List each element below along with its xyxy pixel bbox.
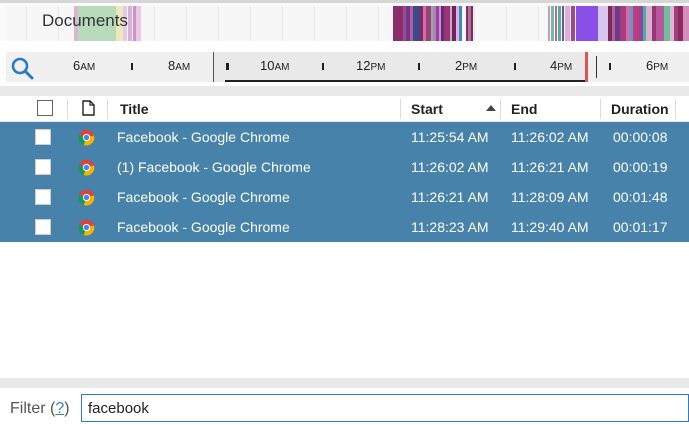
activity-segment[interactable]: [683, 6, 689, 41]
filter-bar: Filter (?): [0, 388, 689, 425]
row-end: 11:29:40 AM: [511, 219, 589, 235]
activity-segment[interactable]: [551, 6, 554, 41]
activity-segment[interactable]: [128, 6, 132, 41]
row-duration: 00:01:17: [613, 219, 668, 235]
table-row[interactable]: Facebook - Google Chrome 11:26:21 AM 11:28…: [0, 182, 689, 212]
row-duration: 00:01:48: [613, 189, 668, 205]
band-gridline: [378, 6, 379, 41]
column-header-end[interactable]: End: [511, 96, 537, 122]
table-row[interactable]: Facebook - Google Chrome 11:28:23 AM 11:29…: [0, 212, 689, 242]
column-separator[interactable]: [400, 99, 401, 119]
timeline-tick: [131, 63, 133, 70]
filter-help-link[interactable]: ?: [55, 400, 64, 417]
filter-input[interactable]: [81, 394, 689, 422]
column-separator[interactable]: [600, 99, 601, 119]
column-separator[interactable]: [107, 99, 108, 119]
band-gridline: [250, 6, 251, 41]
row-start: 11:25:54 AM: [411, 129, 489, 145]
section-gap: [0, 378, 689, 388]
band-gridline: [538, 6, 539, 41]
activity-segment[interactable]: [576, 6, 598, 41]
timeline-tick: [514, 63, 516, 70]
row-checkbox[interactable]: [35, 219, 51, 235]
timeline-tick: [322, 63, 324, 70]
band-gridline: [154, 6, 155, 41]
row-end: 11:26:21 AM: [511, 159, 589, 175]
filter-label: Filter (?): [10, 400, 70, 417]
column-header-start[interactable]: Start: [411, 96, 443, 122]
select-all-checkbox[interactable]: [37, 100, 53, 116]
activity-segment[interactable]: [562, 6, 564, 41]
band-gridline: [186, 6, 187, 41]
column-separator[interactable]: [675, 99, 676, 119]
chrome-icon: [78, 159, 95, 176]
band-gridline: [474, 6, 475, 41]
table-header: Title Start End Duration: [0, 96, 689, 122]
chrome-icon: [78, 219, 95, 236]
sort-ascending-icon: [486, 105, 496, 111]
row-duration: 00:00:08: [613, 129, 668, 145]
activity-segment[interactable]: [459, 6, 462, 41]
band-gridline: [282, 6, 283, 41]
magnifier-icon[interactable]: [10, 56, 34, 80]
activity-segment[interactable]: [393, 6, 403, 41]
row-end: 11:26:02 AM: [511, 129, 589, 145]
activity-segment[interactable]: [565, 6, 570, 41]
timeline-tick: [418, 63, 420, 70]
row-start: 11:28:23 AM: [411, 219, 489, 235]
band-gridline: [26, 6, 27, 41]
column-separator[interactable]: [67, 99, 68, 119]
row-title: Facebook - Google Chrome: [117, 129, 290, 145]
table-row[interactable]: (1) Facebook - Google Chrome 11:26:02 AM 1…: [0, 152, 689, 182]
activity-segment[interactable]: [471, 6, 473, 41]
activity-segment[interactable]: [558, 6, 561, 41]
activity-segment[interactable]: [598, 6, 608, 41]
column-header-duration[interactable]: Duration: [611, 96, 669, 122]
timeline-tick-label: 4PM: [550, 58, 573, 73]
row-title: (1) Facebook - Google Chrome: [117, 159, 311, 175]
timeline-tick-label: 2PM: [455, 58, 478, 73]
chrome-icon: [78, 189, 95, 206]
table-row[interactable]: Facebook - Google Chrome 11:25:54 AM 11:26…: [0, 122, 689, 152]
timeline-tick-label: 12PM: [356, 58, 386, 73]
column-separator[interactable]: [500, 99, 501, 119]
activity-band[interactable]: Documents: [0, 0, 689, 41]
column-header-title[interactable]: Title: [120, 96, 149, 122]
band-gridline: [346, 6, 347, 41]
band-gridline: [506, 6, 507, 41]
timeline-tick: [609, 63, 611, 70]
timeline-bar[interactable]: 6AM 8AM 10AM 12PM 2PM 4PM 6PM: [6, 52, 689, 82]
row-title: Facebook - Google Chrome: [117, 189, 290, 205]
row-checkbox[interactable]: [35, 189, 51, 205]
row-end: 11:28:09 AM: [511, 189, 589, 205]
timeline-tick: [226, 63, 228, 70]
timeline-tick-label: 8AM: [168, 58, 191, 73]
activity-segment[interactable]: [555, 6, 557, 41]
timeline-tick-label: 6AM: [73, 58, 96, 73]
activity-segment[interactable]: [548, 6, 550, 41]
section-gap: [0, 86, 689, 96]
chrome-icon: [78, 129, 95, 146]
row-title: Facebook - Google Chrome: [117, 219, 290, 235]
row-start: 11:26:21 AM: [411, 189, 489, 205]
timeline-tick-label: 10AM: [260, 58, 290, 73]
activity-segment[interactable]: [136, 6, 141, 41]
row-checkbox[interactable]: [35, 159, 51, 175]
band-label: Documents: [42, 11, 128, 30]
activity-segment[interactable]: [571, 6, 575, 41]
row-start: 11:26:02 AM: [411, 159, 489, 175]
band-gridline: [314, 6, 315, 41]
current-time-marker: [585, 52, 588, 82]
timeline-tick-label: 6PM: [646, 58, 669, 73]
document-icon: [82, 100, 95, 116]
activity-table[interactable]: Title Start End Duration Facebook - Goog…: [0, 96, 689, 378]
timeline-selection-underline: [225, 80, 587, 82]
timeline-divider: [596, 56, 597, 78]
activity-segment[interactable]: [656, 6, 664, 41]
band-gridline: [218, 6, 219, 41]
row-duration: 00:00:19: [613, 159, 668, 175]
row-checkbox[interactable]: [35, 129, 51, 145]
